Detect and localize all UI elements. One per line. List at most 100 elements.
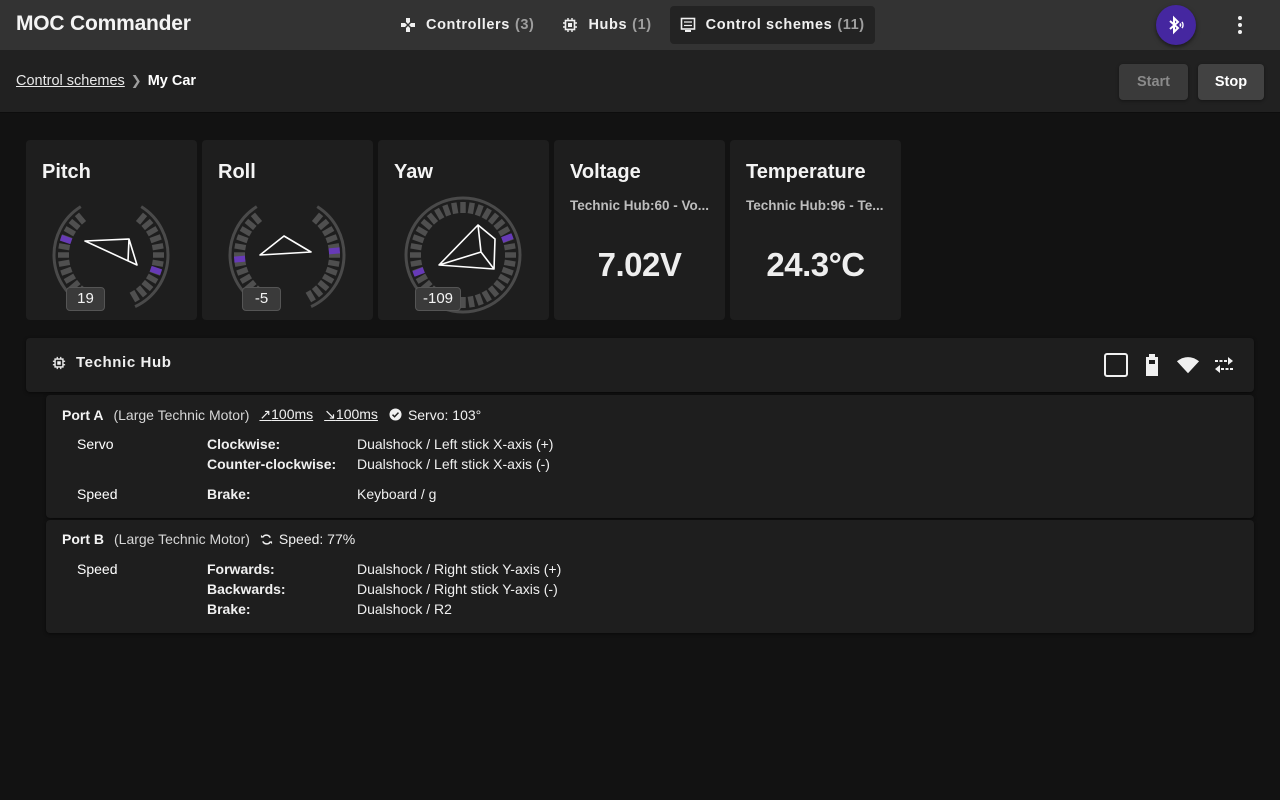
gauge-segment bbox=[325, 266, 338, 276]
hub-card: Technic Hub bbox=[26, 338, 1254, 392]
voltage-value: 7.02V bbox=[597, 246, 682, 283]
battery-icon bbox=[1146, 354, 1158, 376]
port-a-card: Port A (Large Technic Motor) ↗100ms ↘100… bbox=[46, 395, 1254, 518]
nav-hubs-count: (1) bbox=[632, 17, 652, 33]
breadcrumb: Control schemes ❯ My Car bbox=[16, 73, 196, 89]
nav-control-schemes[interactable]: Control schemes (11) bbox=[669, 6, 875, 44]
chip-icon bbox=[52, 356, 66, 370]
gauge-segment bbox=[236, 234, 249, 244]
hub-swap[interactable] bbox=[1212, 353, 1236, 377]
control-scheme-icon bbox=[680, 17, 695, 32]
gamepad-icon bbox=[401, 18, 415, 32]
port-header: Port B (Large Technic Motor) Speed: 77% bbox=[62, 531, 355, 547]
gauge-segment bbox=[149, 234, 162, 244]
nav-hubs-label: Hubs bbox=[588, 17, 628, 33]
gauge-segment bbox=[58, 243, 71, 251]
binding-label: Backwards: bbox=[207, 581, 286, 597]
stop-button[interactable]: Stop bbox=[1198, 64, 1264, 100]
signal-icon bbox=[1176, 357, 1200, 374]
gauge-value-marker bbox=[233, 255, 246, 263]
widget-voltage: Voltage Technic Hub:60 - Vo... 7.02V bbox=[554, 140, 725, 320]
gauge-segment bbox=[327, 259, 340, 267]
gauge-segment bbox=[474, 204, 484, 217]
hub-status-icons bbox=[1104, 353, 1236, 377]
nav-controllers-count: (3) bbox=[514, 17, 535, 33]
widget-roll: Roll -5 bbox=[202, 140, 373, 320]
acceleration-link[interactable]: ↗100ms bbox=[259, 406, 313, 423]
hub-battery[interactable] bbox=[1140, 353, 1164, 377]
gauge-segment bbox=[234, 243, 247, 251]
widget-source: Technic Hub:96 - Te... bbox=[746, 198, 884, 213]
widget-title: Temperature bbox=[746, 161, 866, 183]
binding-value: Dualshock / Right stick Y-axis (-) bbox=[357, 581, 558, 597]
port-name: Port B bbox=[62, 531, 104, 547]
gauge-segment bbox=[451, 202, 459, 215]
acceleration-value: 100ms bbox=[271, 406, 314, 422]
port-name: Port A bbox=[62, 406, 104, 423]
widget-title: Pitch bbox=[42, 161, 91, 183]
widget-title: Roll bbox=[218, 161, 256, 183]
nav-hubs[interactable]: Hubs (1) bbox=[552, 6, 661, 44]
port-state-text: Speed: 77% bbox=[278, 531, 356, 547]
breadcrumb-control-schemes-link[interactable]: Control schemes bbox=[16, 73, 125, 89]
gauge-segment bbox=[412, 234, 425, 244]
deceleration-link[interactable]: ↘100ms bbox=[324, 406, 378, 423]
port-state: Speed: 77% bbox=[260, 531, 355, 547]
hub-name: Technic Hub bbox=[76, 354, 172, 371]
more-vert-icon-dot bbox=[1238, 16, 1242, 20]
gauge-segment bbox=[467, 202, 475, 215]
widget-yaw: Yaw -109 bbox=[378, 140, 549, 320]
gauge-segment bbox=[505, 252, 516, 258]
more-vert-icon-dot bbox=[1238, 23, 1242, 27]
gauge-segment bbox=[151, 243, 164, 251]
hub-select-checkbox[interactable] bbox=[1104, 353, 1128, 377]
breadcrumb-current: My Car bbox=[147, 73, 197, 89]
gauge-segment bbox=[503, 243, 516, 251]
pitch-value: 19 bbox=[66, 287, 105, 311]
yaw-value: -109 bbox=[415, 287, 461, 311]
nav-control-schemes-count: (11) bbox=[837, 17, 865, 33]
binding-value: Dualshock / Left stick X-axis (-) bbox=[357, 456, 550, 472]
orientation-model bbox=[438, 224, 496, 270]
binding-type-servo[interactable]: Servo bbox=[77, 436, 114, 452]
chevron-right-icon: ❯ bbox=[130, 73, 142, 88]
binding-value: Dualshock / Left stick X-axis (+) bbox=[357, 436, 554, 452]
temperature-value: 24.3°C bbox=[766, 246, 865, 283]
arrow-up-right-icon: ↗ bbox=[259, 406, 272, 422]
port-header: Port A (Large Technic Motor) ↗100ms ↘100… bbox=[62, 406, 481, 423]
binding-label: Forwards: bbox=[207, 561, 275, 577]
widget-source: Technic Hub:60 - Vo... bbox=[570, 198, 710, 213]
hub-signal[interactable] bbox=[1176, 353, 1200, 377]
app-bar: MOC Commander Controllers (3) Hubs (1) C… bbox=[0, 0, 1280, 50]
gauge-value-marker bbox=[328, 247, 341, 255]
chip-icon bbox=[563, 18, 578, 32]
gauge-segment bbox=[58, 252, 69, 258]
checkbox-outline-icon bbox=[1104, 353, 1128, 377]
bluetooth-button[interactable] bbox=[1156, 5, 1196, 45]
gauge-segment bbox=[474, 293, 484, 306]
widget-temperature: Temperature Technic Hub:96 - Te... 24.3°… bbox=[730, 140, 901, 320]
binding-type-speed[interactable]: Speed bbox=[77, 486, 117, 502]
port-device-type: (Large Technic Motor) bbox=[113, 406, 250, 423]
gauge-segment bbox=[153, 252, 164, 258]
main-nav: Controllers (3) Hubs (1) Control schemes… bbox=[390, 6, 883, 44]
swap-arrows-icon bbox=[1215, 357, 1233, 373]
nav-controllers[interactable]: Controllers (3) bbox=[390, 6, 544, 44]
more-vert-icon-dot bbox=[1238, 30, 1242, 34]
start-button[interactable]: Start bbox=[1119, 64, 1188, 100]
gauge-segment bbox=[236, 266, 249, 276]
port-state: Servo: 103° bbox=[389, 407, 481, 423]
bluetooth-searching-icon bbox=[1169, 15, 1184, 35]
gauge-segment bbox=[501, 266, 514, 276]
nav-control-schemes-label: Control schemes bbox=[705, 17, 833, 33]
gauge-segment bbox=[410, 243, 423, 251]
binding-label: Clockwise: bbox=[207, 436, 281, 452]
orientation-model bbox=[84, 238, 138, 266]
binding-value: Dualshock / R2 bbox=[357, 601, 452, 617]
binding-label: Counter-clockwise: bbox=[207, 456, 337, 472]
binding-type-speed[interactable]: Speed bbox=[77, 561, 117, 577]
port-b-card: Port B (Large Technic Motor) Speed: 77% … bbox=[46, 520, 1254, 633]
more-menu-button[interactable] bbox=[1226, 10, 1254, 40]
arrow-down-right-icon: ↘ bbox=[324, 406, 336, 422]
sync-icon bbox=[260, 533, 272, 545]
